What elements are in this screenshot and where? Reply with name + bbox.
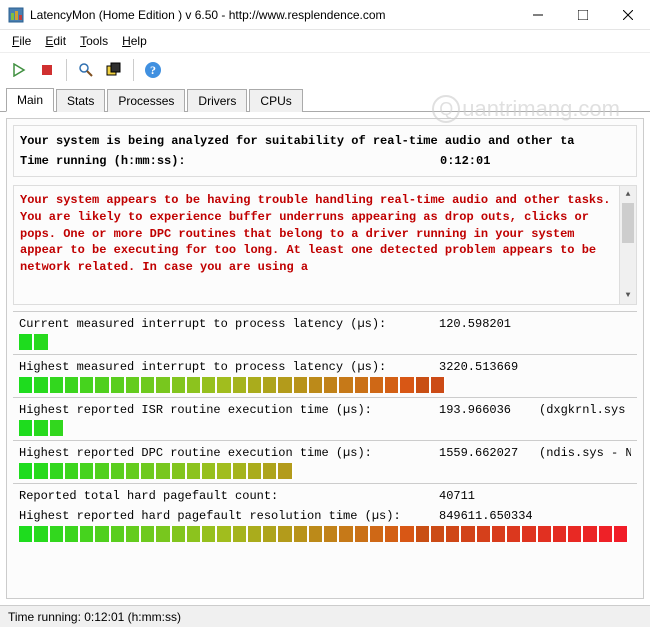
tab-main[interactable]: Main (6, 88, 54, 112)
scrollbar[interactable]: ▲ ▼ (619, 186, 636, 304)
metric-extra (539, 360, 631, 374)
windows-button[interactable] (101, 57, 127, 83)
scroll-up-icon[interactable]: ▲ (620, 186, 636, 203)
pagefault-count-value: 40711 (439, 489, 539, 503)
analyzing-section: Your system is being analyzed for suitab… (13, 125, 637, 177)
metric-bar (13, 334, 637, 350)
metric-bar (13, 463, 637, 479)
metric-value: 120.598201 (439, 317, 539, 331)
tabbar: Main Stats Processes Drivers CPUs (0, 86, 650, 112)
warning-section: Your system appears to be having trouble… (13, 185, 637, 305)
metric-value: 193.966036 (439, 403, 539, 417)
metric-extra: (ndis.sys - Networ (539, 446, 631, 460)
metric-label: Current measured interrupt to process la… (19, 317, 439, 331)
menu-file[interactable]: File (6, 32, 37, 50)
menu-tools[interactable]: Tools (74, 32, 114, 50)
separator (66, 59, 67, 81)
warning-text: Your system appears to be having trouble… (20, 192, 630, 276)
toolbar: ? (0, 52, 650, 86)
window-title: LatencyMon (Home Edition ) v 6.50 - http… (30, 8, 515, 22)
scroll-down-icon[interactable]: ▼ (620, 287, 636, 304)
pagefault-res-label: Highest reported hard pagefault resoluti… (19, 509, 439, 523)
app-icon (8, 7, 24, 23)
metric-value: 3220.513669 (439, 360, 539, 374)
play-button[interactable] (6, 57, 32, 83)
maximize-button[interactable] (560, 0, 605, 29)
metric-label: Highest measured interrupt to process la… (19, 360, 439, 374)
close-button[interactable] (605, 0, 650, 29)
scroll-thumb[interactable] (622, 203, 634, 243)
time-running-value: 0:12:01 (440, 154, 630, 168)
metric-label: Highest reported ISR routine execution t… (19, 403, 439, 417)
tab-processes[interactable]: Processes (107, 89, 185, 112)
metric-bar (13, 420, 637, 436)
tab-stats[interactable]: Stats (56, 89, 105, 112)
content-area: Your system is being analyzed for suitab… (0, 112, 650, 605)
separator (133, 59, 134, 81)
magnify-button[interactable] (73, 57, 99, 83)
time-running-label: Time running (h:mm:ss): (20, 154, 440, 168)
menubar: File Edit Tools Help (0, 30, 650, 52)
titlebar: LatencyMon (Home Edition ) v 6.50 - http… (0, 0, 650, 30)
status-text: Time running: 0:12:01 (h:mm:ss) (8, 610, 181, 624)
pagefault-res-value: 849611.650334 (439, 509, 539, 523)
metric-label: Highest reported DPC routine execution t… (19, 446, 439, 460)
metric-bar (13, 377, 637, 393)
tab-drivers[interactable]: Drivers (187, 89, 247, 112)
metric-extra (539, 317, 631, 331)
tab-cpus[interactable]: CPUs (249, 89, 302, 112)
analyzing-text: Your system is being analyzed for suitab… (20, 134, 630, 148)
svg-text:?: ? (150, 63, 156, 77)
help-button[interactable]: ? (140, 57, 166, 83)
statusbar: Time running: 0:12:01 (h:mm:ss) (0, 605, 650, 627)
menu-edit[interactable]: Edit (39, 32, 72, 50)
menu-help[interactable]: Help (116, 32, 153, 50)
stop-button[interactable] (34, 57, 60, 83)
metric-value: 1559.662027 (439, 446, 539, 460)
metric-extra: (dxgkrnl.sys - Dire (539, 403, 631, 417)
pagefault-count-label: Reported total hard pagefault count: (19, 489, 439, 503)
minimize-button[interactable] (515, 0, 560, 29)
pagefault-bar (13, 526, 637, 542)
